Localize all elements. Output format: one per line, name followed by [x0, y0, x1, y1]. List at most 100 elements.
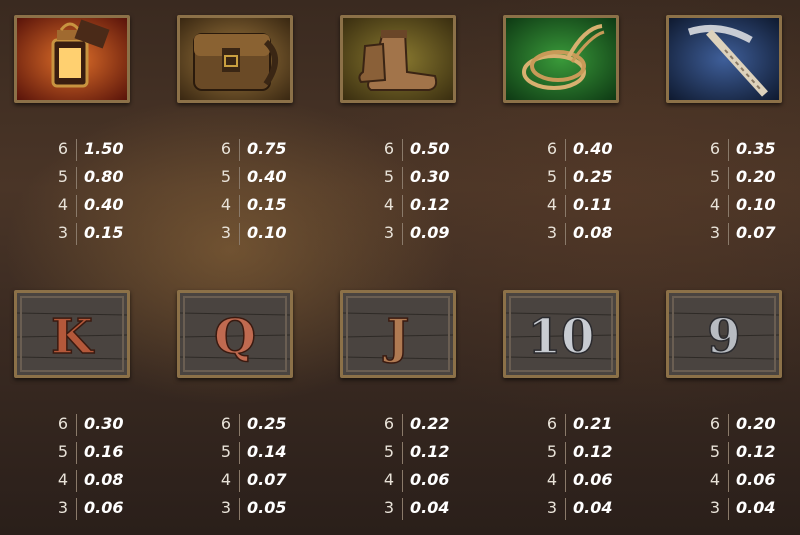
- letter-k-glyph: K: [51, 309, 95, 365]
- pay-row: 5 0.12: [666, 440, 796, 468]
- paytable-10: 6 0.21 5 0.12 4 0.06 3 0.04: [503, 412, 633, 524]
- paytable-backpack: 6 0.75 5 0.40 4 0.15 3 0.10: [177, 137, 307, 249]
- pickaxe-icon: [666, 15, 782, 103]
- number-9-glyph: 9: [707, 309, 740, 365]
- symbol-count: 3: [383, 498, 394, 517]
- pay-row: 6 0.20: [666, 412, 796, 440]
- payout-value: 0.06: [736, 470, 776, 489]
- symbol-count: 3: [220, 498, 231, 517]
- pay-row: 4 0.11: [503, 193, 633, 221]
- symbol-count: 6: [546, 139, 557, 158]
- symbol-count: 6: [383, 139, 394, 158]
- payout-value: 0.21: [573, 414, 613, 433]
- symbol-count: 4: [57, 470, 68, 489]
- payout-value: 0.14: [247, 442, 287, 461]
- symbol-count: 4: [383, 195, 394, 214]
- symbol-count: 5: [220, 167, 231, 186]
- paytable-pickaxe: 6 0.35 5 0.20 4 0.10 3 0.07: [666, 137, 796, 249]
- pay-row: 5 0.25: [503, 165, 633, 193]
- paytable-k: 6 0.30 5 0.16 4 0.08 3 0.06: [14, 412, 144, 524]
- symbol-count: 5: [220, 442, 231, 461]
- pay-row: 3 0.05: [177, 496, 307, 524]
- payout-value: 0.11: [573, 195, 613, 214]
- pay-row: 4 0.08: [14, 468, 144, 496]
- symbol-count: 6: [546, 414, 557, 433]
- symbol-count: 3: [546, 223, 557, 242]
- payout-value: 0.80: [84, 167, 124, 186]
- payout-value: 0.09: [410, 223, 450, 242]
- pay-row: 5 0.14: [177, 440, 307, 468]
- symbol-count: 3: [709, 498, 720, 517]
- symbol-count: 5: [546, 167, 557, 186]
- payout-value: 0.05: [247, 498, 287, 517]
- payout-value: 0.10: [736, 195, 776, 214]
- pay-row: 4 0.15: [177, 193, 307, 221]
- pay-row: 6 1.50: [14, 137, 144, 165]
- lantern-icon: [14, 15, 130, 103]
- pay-row: 5 0.80: [14, 165, 144, 193]
- symbol-count: 3: [57, 223, 68, 242]
- payout-value: 0.22: [410, 414, 450, 433]
- symbol-count: 6: [220, 139, 231, 158]
- boots-icon: [340, 15, 456, 103]
- symbol-count: 4: [220, 195, 231, 214]
- paytable-lantern: 6 1.50 5 0.80 4 0.40 3 0.15: [14, 137, 144, 249]
- symbol-count: 5: [383, 167, 394, 186]
- pay-row: 6 0.35: [666, 137, 796, 165]
- rope-icon: [503, 15, 619, 103]
- symbol-count: 6: [57, 139, 68, 158]
- paytable-j: 6 0.22 5 0.12 4 0.06 3 0.04: [340, 412, 470, 524]
- pay-row: 6 0.50: [340, 137, 470, 165]
- symbol-count: 6: [383, 414, 394, 433]
- pay-row: 4 0.10: [666, 193, 796, 221]
- payout-value: 0.12: [736, 442, 776, 461]
- payout-value: 0.04: [736, 498, 776, 517]
- pay-row: 3 0.07: [666, 221, 796, 249]
- payout-value: 1.50: [84, 139, 124, 158]
- symbol-count: 4: [709, 470, 720, 489]
- symbol-count: 3: [383, 223, 394, 242]
- pay-row: 5 0.20: [666, 165, 796, 193]
- symbol-count: 5: [57, 167, 68, 186]
- pay-row: 3 0.09: [340, 221, 470, 249]
- payout-value: 0.25: [573, 167, 613, 186]
- pay-row: 3 0.10: [177, 221, 307, 249]
- payout-value: 0.06: [410, 470, 450, 489]
- pay-row: 4 0.06: [340, 468, 470, 496]
- symbol-count: 4: [57, 195, 68, 214]
- payout-value: 0.40: [84, 195, 124, 214]
- payout-value: 0.40: [247, 167, 287, 186]
- symbol-count: 4: [383, 470, 394, 489]
- pay-row: 5 0.12: [340, 440, 470, 468]
- letter-q-glyph: Q: [214, 309, 256, 365]
- payout-value: 0.04: [573, 498, 613, 517]
- payout-value: 0.35: [736, 139, 776, 158]
- payout-value: 0.06: [573, 470, 613, 489]
- symbol-count: 5: [546, 442, 557, 461]
- pay-row: 4 0.40: [14, 193, 144, 221]
- pay-row: 5 0.12: [503, 440, 633, 468]
- symbol-count: 3: [546, 498, 557, 517]
- pay-row: 6 0.75: [177, 137, 307, 165]
- payout-value: 0.15: [247, 195, 287, 214]
- pay-row: 4 0.06: [666, 468, 796, 496]
- paytable-rope: 6 0.40 5 0.25 4 0.11 3 0.08: [503, 137, 633, 249]
- letter-q-symbol: Q: [177, 290, 293, 378]
- pay-row: 5 0.40: [177, 165, 307, 193]
- payout-value: 0.75: [247, 139, 287, 158]
- payout-value: 0.50: [410, 139, 450, 158]
- payout-value: 0.16: [84, 442, 124, 461]
- payout-value: 0.20: [736, 167, 776, 186]
- pay-row: 4 0.12: [340, 193, 470, 221]
- payout-value: 0.12: [410, 195, 450, 214]
- letter-j-glyph: J: [383, 309, 410, 365]
- payout-value: 0.12: [410, 442, 450, 461]
- pay-row: 3 0.04: [340, 496, 470, 524]
- number-10-symbol: 10: [503, 290, 619, 378]
- pay-row: 6 0.22: [340, 412, 470, 440]
- symbol-count: 3: [709, 223, 720, 242]
- paytable-boots: 6 0.50 5 0.30 4 0.12 3 0.09: [340, 137, 470, 249]
- pay-row: 4 0.06: [503, 468, 633, 496]
- paytable-grid: 6 1.50 5 0.80 4 0.40 3 0.15 6 0.75 5 0.40 4 0.1…: [0, 0, 800, 535]
- payout-value: 0.06: [84, 498, 124, 517]
